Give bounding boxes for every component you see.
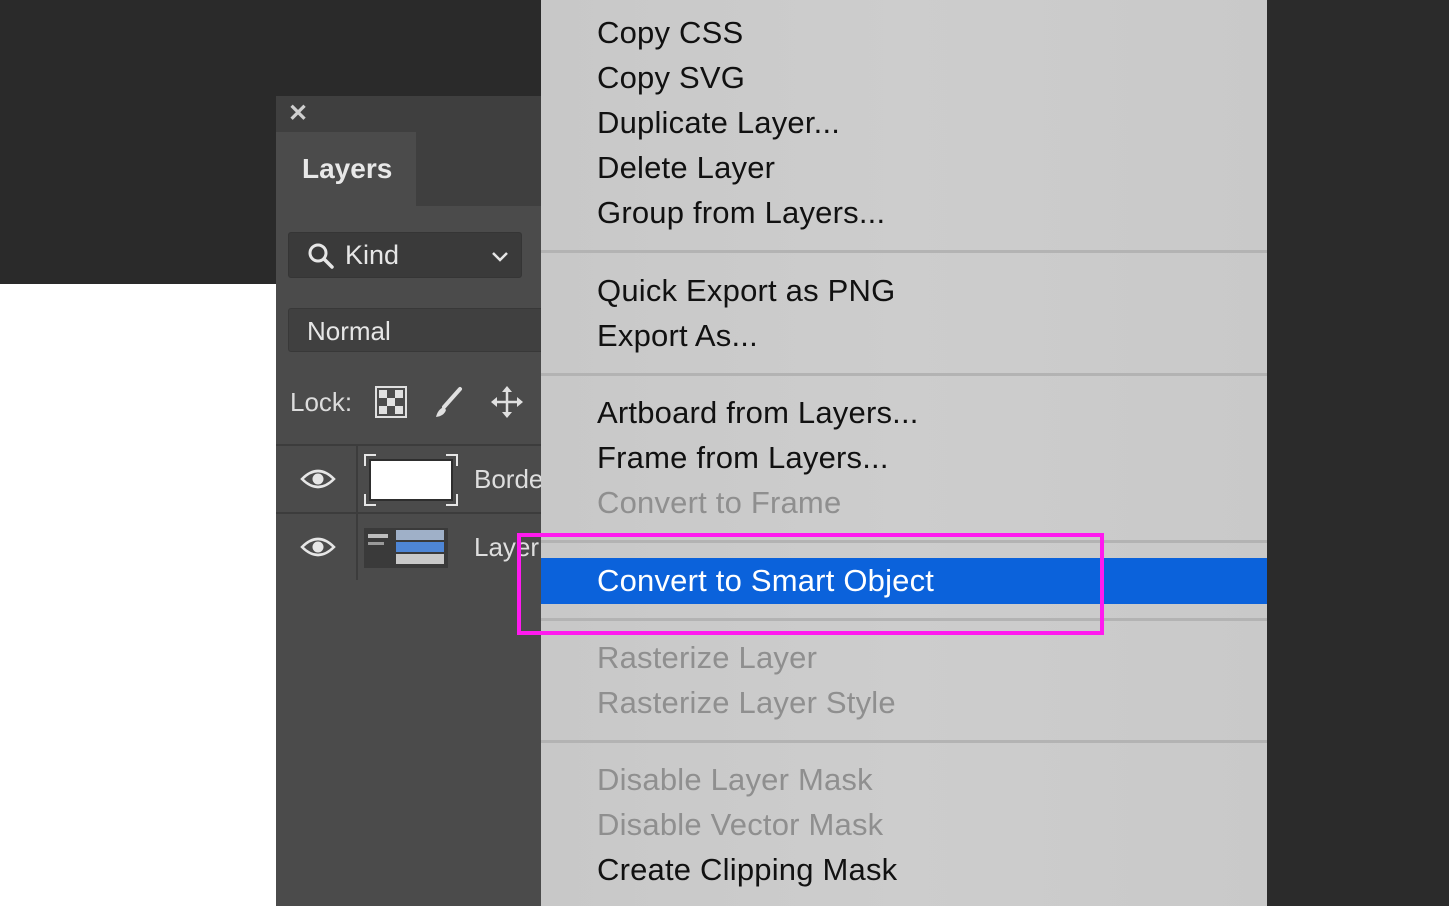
layer-row[interactable]: Borde: [276, 446, 566, 512]
menu-item-copy-css[interactable]: Copy CSS: [597, 10, 743, 55]
dark-background-right: [1267, 0, 1449, 906]
menu-item-group-from-layers[interactable]: Group from Layers...: [597, 190, 885, 235]
menu-item-quick-export-png[interactable]: Quick Export as PNG: [597, 268, 895, 313]
menu-item-frame-from-layers[interactable]: Frame from Layers...: [597, 435, 889, 480]
lock-transparency-icon[interactable]: [374, 385, 408, 419]
menu-item-copy-svg[interactable]: Copy SVG: [597, 55, 745, 100]
lock-pixels-icon[interactable]: [432, 385, 466, 419]
layer-thumbnail: [364, 454, 458, 506]
layer-filter-dropdown[interactable]: Kind: [288, 232, 522, 278]
visibility-toggle[interactable]: [276, 446, 358, 512]
menu-item-artboard-from-layers[interactable]: Artboard from Layers...: [597, 390, 919, 435]
eye-icon: [300, 537, 336, 557]
close-icon[interactable]: ✕: [288, 102, 308, 126]
chevron-down-icon: [492, 252, 508, 262]
document-canvas: [0, 284, 276, 906]
menu-item-disable-vector-mask: Disable Vector Mask: [597, 807, 884, 842]
blend-mode-value: Normal: [307, 316, 391, 346]
visibility-toggle[interactable]: [276, 514, 358, 580]
layers-panel: ✕ Layers Kind Normal Lock: Borde Layer: [276, 96, 566, 906]
menu-item-export-as[interactable]: Export As...: [597, 313, 758, 358]
menu-item-rasterize-layer-style: Rasterize Layer Style: [597, 685, 896, 720]
menu-item-disable-layer-mask: Disable Layer Mask: [597, 762, 873, 797]
menu-item-convert-to-frame: Convert to Frame: [597, 485, 842, 520]
context-menu: Copy CSS Copy SVG Duplicate Layer... Del…: [541, 0, 1267, 906]
lock-position-icon[interactable]: [490, 385, 524, 419]
layer-thumbnail: [364, 528, 448, 568]
menu-separator: [541, 250, 1267, 253]
eye-icon: [300, 469, 336, 489]
menu-separator: [541, 373, 1267, 376]
lock-label: Lock:: [290, 387, 353, 417]
search-icon: [308, 243, 334, 269]
panel-titlebar: ✕: [276, 96, 566, 132]
tab-layers[interactable]: Layers: [276, 132, 416, 206]
annotation-highlight-box: [517, 533, 1104, 635]
menu-separator: [541, 740, 1267, 743]
menu-item-duplicate-layer[interactable]: Duplicate Layer...: [597, 100, 840, 145]
layer-name: Borde: [474, 464, 544, 494]
menu-item-create-clipping-mask[interactable]: Create Clipping Mask: [597, 847, 897, 892]
filter-value: Kind: [345, 240, 400, 270]
menu-item-delete-layer[interactable]: Delete Layer: [597, 145, 775, 190]
menu-item-rasterize-layer: Rasterize Layer: [597, 640, 818, 675]
blend-mode-dropdown[interactable]: Normal: [288, 308, 566, 352]
